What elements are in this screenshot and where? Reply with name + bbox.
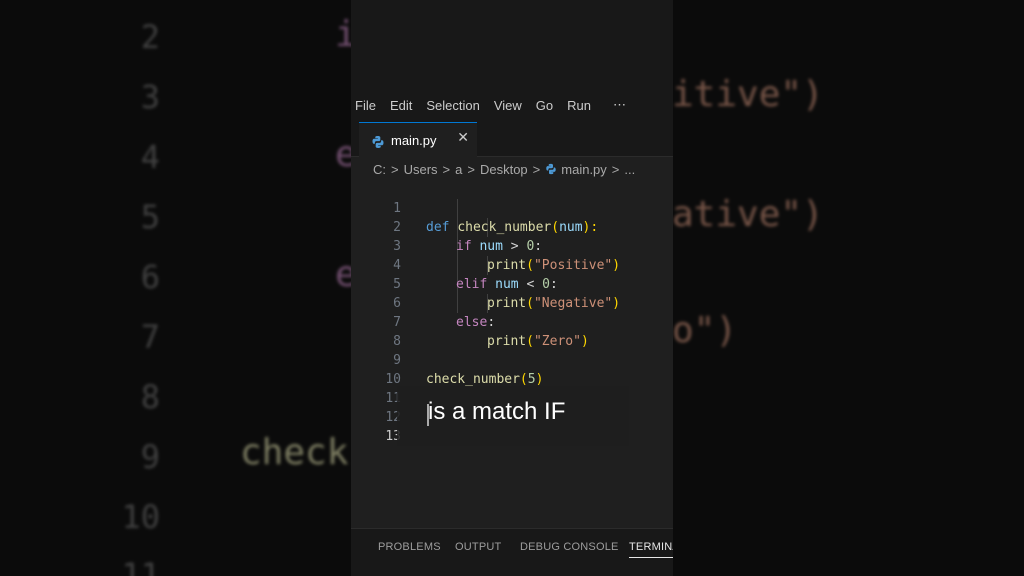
code-line: 10 <box>351 351 673 387</box>
breadcrumb-users[interactable]: Users <box>404 162 438 177</box>
menu-go[interactable]: Go <box>532 98 557 113</box>
python-file-icon <box>371 134 385 148</box>
breadcrumb-symbol[interactable]: ... <box>624 162 635 177</box>
bg-line-number: 3 <box>140 78 160 116</box>
code-line: 6 else: <box>351 275 673 330</box>
bottom-panel: PROBLEMS OUTPUT DEBUG CONSOLE TERMINA <box>351 528 673 576</box>
bg-line-number: 10 <box>121 498 160 536</box>
tab-label: main.py <box>391 133 437 148</box>
tab-terminal[interactable]: TERMINA <box>629 541 673 558</box>
code-line: 4 elif num < 0: <box>351 237 673 292</box>
bg-line-number: 7 <box>140 318 160 356</box>
vscode-window: File Edit Selection View Go Run ⋯ main.p… <box>351 0 673 576</box>
menu-selection[interactable]: Selection <box>422 98 483 113</box>
close-icon[interactable]: ✕ <box>457 130 469 146</box>
bg-code-fragment: itive") <box>672 74 824 115</box>
bg-line-number: 5 <box>140 198 160 236</box>
breadcrumb-a[interactable]: a <box>455 162 462 177</box>
editor-tab-bar: main.py ✕ <box>351 122 673 158</box>
chevron-right-icon: > <box>442 161 451 177</box>
code-line: 5 print("Negative") <box>351 256 673 311</box>
breadcrumb: C: > Users > a > Desktop > main.py > ... <box>373 160 640 178</box>
code-line: 1 def check_number(num): <box>351 180 673 235</box>
python-file-icon <box>545 162 557 177</box>
tab-debug-console[interactable]: DEBUG CONSOLE <box>520 541 619 553</box>
code-line: 9 check_number(5) <box>351 332 673 387</box>
bg-line-number: 8 <box>140 378 160 416</box>
chevron-right-icon: > <box>467 161 475 177</box>
tab-problems[interactable]: PROBLEMS <box>378 541 441 553</box>
breadcrumb-file[interactable]: main.py <box>561 162 607 177</box>
bg-code-fragment: check <box>240 432 349 473</box>
title-area <box>351 0 673 88</box>
code-line: 8 <box>351 313 673 349</box>
breadcrumb-desktop[interactable]: Desktop <box>480 162 528 177</box>
menu-view[interactable]: View <box>490 98 526 113</box>
code-line: 7 print("Zero") <box>351 294 673 349</box>
bg-line-number: 11 <box>121 556 160 576</box>
breadcrumb-drive[interactable]: C: <box>373 162 386 177</box>
bg-line-number: 4 <box>140 138 160 176</box>
bg-line-number: 6 <box>140 258 160 296</box>
menu-file[interactable]: File <box>351 98 380 113</box>
bg-line-number: 9 <box>140 438 160 476</box>
tab-output[interactable]: OUTPUT <box>455 541 501 553</box>
chevron-right-icon: > <box>611 161 620 177</box>
menu-edit[interactable]: Edit <box>386 98 416 113</box>
chevron-right-icon: > <box>532 161 541 177</box>
more-menu-icon[interactable]: ⋯ <box>609 97 630 113</box>
code-line: 3 print("Positive") <box>351 218 673 273</box>
menu-run[interactable]: Run <box>563 98 595 113</box>
code-editor[interactable]: 1 def check_number(num): 2 if num > 0: 3… <box>351 180 673 528</box>
code-line: 2 if num > 0: <box>351 199 673 254</box>
bg-line-number: 2 <box>140 18 160 56</box>
bg-code-fragment: ative") <box>672 194 824 235</box>
bg-code-fragment: o") <box>672 310 738 351</box>
video-caption: is a match IF <box>428 398 566 425</box>
tab-main-py[interactable]: main.py ✕ <box>359 122 477 158</box>
menu-bar: File Edit Selection View Go Run ⋯ <box>351 88 673 122</box>
chevron-right-icon: > <box>391 161 399 177</box>
